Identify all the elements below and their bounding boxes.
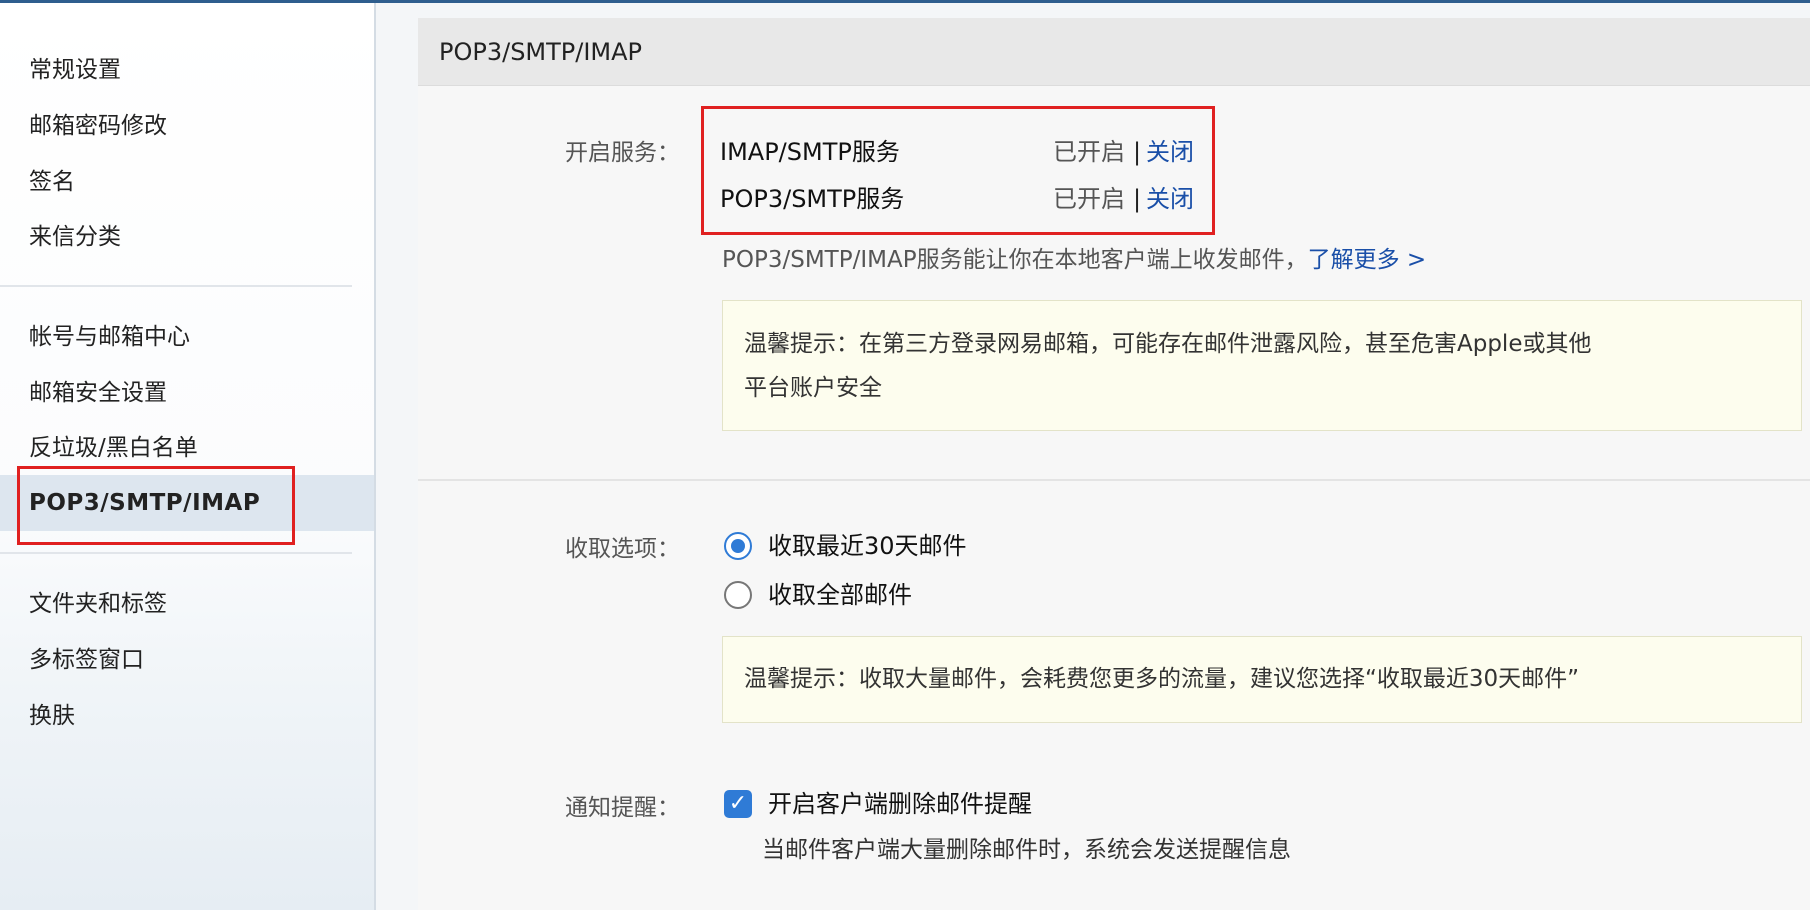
active-item-highlight-box — [17, 466, 295, 545]
sidebar-item-security[interactable]: 邮箱安全设置 — [0, 365, 374, 421]
radio-unchecked-icon[interactable] — [724, 581, 752, 609]
sidebar-item-skin[interactable]: 换肤 — [0, 688, 374, 744]
tip-text: 温馨提示：收取大量邮件，会耗费您更多的流量，建议您选择“收取最近30天邮件” — [744, 666, 1580, 692]
sidebar-item-mail-filters[interactable]: 来信分类 — [0, 209, 374, 265]
security-tip: 温馨提示：在第三方登录网易邮箱，可能存在邮件泄露风险，甚至危害Apple或其他 … — [722, 300, 1802, 431]
services-description: POP3/SMTP/IMAP服务能让你在本地客户端上收发邮件，了解更多 > — [722, 242, 1426, 278]
tip-line: 平台账户安全 — [744, 375, 882, 401]
radio-checked-icon[interactable] — [724, 532, 752, 560]
learn-more-link[interactable]: 了解更多 > — [1308, 247, 1427, 273]
sidebar-item-folders-labels[interactable]: 文件夹和标签 — [0, 576, 374, 632]
services-label: 开启服务： — [565, 140, 680, 166]
sidebar-item-signature[interactable]: 签名 — [0, 154, 374, 210]
sidebar-item-account-center[interactable]: 帐号与邮箱中心 — [0, 309, 374, 365]
notify-label: 通知提醒： — [565, 795, 680, 821]
settings-sidebar: 常规设置 邮箱密码修改 签名 来信分类 帐号与邮箱中心 邮箱安全设置 反垃圾/黑… — [0, 3, 376, 910]
description-text: POP3/SMTP/IMAP服务能让你在本地客户端上收发邮件， — [722, 247, 1308, 273]
traffic-tip: 温馨提示：收取大量邮件，会耗费您更多的流量，建议您选择“收取最近30天邮件” — [722, 636, 1802, 723]
sidebar-item-password[interactable]: 邮箱密码修改 — [0, 98, 374, 154]
services-highlight-box — [701, 106, 1215, 235]
checkbox-checked-icon[interactable]: ✓ — [724, 790, 752, 818]
sidebar-item-multi-tab[interactable]: 多标签窗口 — [0, 632, 374, 688]
radio-label: 收取最近30天邮件 — [768, 532, 967, 560]
tip-line: 温馨提示：在第三方登录网易邮箱，可能存在邮件泄露风险，甚至危害Apple或其他 — [744, 331, 1592, 357]
notify-sub-text: 当邮件客户端大量删除邮件时，系统会发送提醒信息 — [762, 837, 1291, 863]
sidebar-item-general[interactable]: 常规设置 — [0, 42, 374, 98]
receive-options-label: 收取选项： — [565, 536, 680, 562]
sidebar-divider — [0, 552, 352, 554]
section-divider — [418, 479, 1810, 481]
page-title: POP3/SMTP/IMAP — [418, 18, 1810, 86]
checkbox-label: 开启客户端删除邮件提醒 — [768, 790, 1032, 818]
sidebar-divider — [0, 285, 352, 287]
radio-label: 收取全部邮件 — [768, 581, 912, 609]
